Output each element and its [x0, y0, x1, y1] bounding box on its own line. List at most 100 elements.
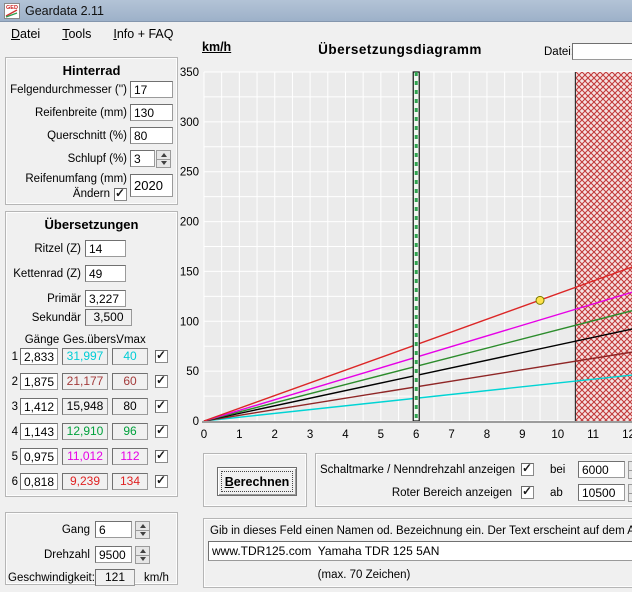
svg-text:5: 5 [378, 429, 384, 441]
gear-5-vmax: 112 [112, 448, 148, 465]
col-gesuebers: Ges.übers. [63, 334, 113, 346]
uebersetzungen-panel: Übersetzungen Ritzel (Z) Kettenrad (Z) P… [5, 211, 178, 497]
svg-text:300: 300 [180, 117, 199, 129]
gear-row-num: 4 [8, 426, 18, 438]
kettenrad-label: Kettenrad (Z) [8, 268, 81, 280]
options-panel: Schaltmarke / Nenndrehzahl anzeigen bei … [315, 453, 632, 507]
hinterrad-panel: Hinterrad Felgendurchmesser ('') Reifenb… [5, 57, 178, 205]
svg-text:200: 200 [180, 217, 199, 229]
spin-down-button[interactable] [135, 530, 150, 540]
geschwindigkeit-value: 121 [95, 569, 135, 586]
spin-down-button[interactable] [628, 470, 632, 480]
reifenbreite-input[interactable] [130, 104, 173, 121]
gear-6-visible-checkbox[interactable] [155, 475, 168, 488]
sekundaer-value: 3,500 [85, 309, 132, 326]
footer-instruction-label: Gib in dieses Feld einen Namen od. Bezei… [210, 525, 632, 537]
col-vmax: Vmax [113, 334, 149, 346]
gang-input[interactable] [95, 521, 132, 538]
roter-bereich-rpm-input[interactable] [578, 484, 625, 501]
gear-3-ratio-input[interactable] [20, 398, 58, 415]
schlupf-input[interactable] [130, 150, 155, 167]
gear-row-num: 2 [8, 376, 18, 388]
primaer-input[interactable] [85, 290, 126, 307]
roter-bereich-checkbox[interactable] [521, 486, 534, 499]
gear-1-visible-checkbox[interactable] [155, 350, 168, 363]
datei-input[interactable] [572, 43, 632, 60]
gear-2-vmax: 60 [112, 373, 148, 390]
gear-4-ratio-input[interactable] [20, 423, 58, 440]
reifenumfang-input[interactable] [130, 174, 173, 197]
reifenumfang-label: Reifenumfang (mm) [10, 173, 127, 185]
gear-4-vmax: 96 [112, 423, 148, 440]
gear-6-ratio-input[interactable] [20, 473, 58, 490]
drehzahl-input[interactable] [95, 546, 132, 563]
title-bar[interactable]: GED Geardata 2.11 [0, 0, 632, 22]
ab-label: ab [550, 487, 563, 499]
berechnen-panel: Berechnen [203, 453, 307, 507]
schaltmarke-spinner [628, 461, 632, 478]
geardata-window: { "window": { "title": "Geardata 2.11" }… [0, 0, 632, 592]
app-icon: GED [4, 3, 20, 19]
svg-text:12: 12 [622, 429, 632, 441]
svg-text:50: 50 [186, 366, 199, 378]
drehzahl-spinner [135, 546, 150, 563]
uebersetzungen-title: Übersetzungen [6, 212, 177, 232]
aendern-label: Ändern [10, 188, 110, 200]
berechnen-button[interactable]: Berechnen [217, 467, 297, 496]
gear-row-num: 5 [8, 451, 18, 463]
datei-label: Datei: [544, 46, 574, 58]
menu-tools[interactable]: Tools [51, 24, 102, 44]
window-title: Geardata 2.11 [25, 4, 104, 18]
gear-2-visible-checkbox[interactable] [155, 375, 168, 388]
focus-rect [221, 471, 293, 492]
svg-text:7: 7 [448, 429, 454, 441]
chart-title: Übersetzungsdiagramm [258, 42, 542, 57]
gear-5-ratio-input[interactable] [20, 448, 58, 465]
gear-1-ratio-input[interactable] [20, 348, 58, 365]
gear-6-total: 9,239 [62, 473, 108, 490]
querschnitt-input[interactable] [130, 127, 173, 144]
menu-datei[interactable]: Datei [0, 24, 51, 44]
svg-text:350: 350 [180, 67, 199, 79]
ritzel-input[interactable] [85, 240, 126, 257]
gang-spinner [135, 521, 150, 538]
ritzel-label: Ritzel (Z) [8, 243, 81, 255]
col-gaenge: Gänge [20, 334, 64, 346]
gear-2-total: 21,177 [62, 373, 108, 390]
felgendurchmesser-input[interactable] [130, 81, 173, 98]
gear-3-visible-checkbox[interactable] [155, 400, 168, 413]
bei-label: bei [550, 464, 565, 476]
gear-2-ratio-input[interactable] [20, 373, 58, 390]
gear-row-num: 1 [8, 351, 18, 363]
spin-down-button[interactable] [135, 555, 150, 565]
state-panel: Gang Drehzahl Geschwindigkeit: 121 km/h [5, 512, 178, 585]
kettenrad-input[interactable] [85, 265, 126, 282]
roter-bereich-label: Roter Bereich anzeigen [320, 487, 512, 499]
gear-4-total: 12,910 [62, 423, 108, 440]
gear-5-total: 11,012 [62, 448, 108, 465]
aendern-checkbox[interactable] [114, 188, 127, 201]
svg-text:250: 250 [180, 167, 199, 179]
geschwindigkeit-label: Geschwindigkeit: [8, 572, 90, 584]
drehzahl-label: Drehzahl [8, 549, 90, 561]
gear-3-vmax: 80 [112, 398, 148, 415]
svg-text:3: 3 [307, 429, 313, 441]
svg-text:10: 10 [551, 429, 564, 441]
schaltmarke-rpm-input[interactable] [578, 461, 625, 478]
gear-5-visible-checkbox[interactable] [155, 450, 168, 463]
svg-text:9: 9 [519, 429, 525, 441]
gear-1-total: 31,997 [62, 348, 108, 365]
roter-bereich-spinner [628, 484, 632, 501]
svg-text:4: 4 [342, 429, 349, 441]
schaltmarke-checkbox[interactable] [521, 463, 534, 476]
spin-down-button[interactable] [628, 493, 632, 503]
schlupf-label: Schlupf (%) [10, 153, 127, 165]
menu-info-faq[interactable]: Info + FAQ [102, 24, 184, 44]
reifenbreite-label: Reifenbreite (mm) [10, 107, 127, 119]
gear-3-total: 15,948 [62, 398, 108, 415]
gear-1-vmax: 40 [112, 348, 148, 365]
print-name-input[interactable] [208, 541, 632, 561]
svg-text:150: 150 [180, 266, 199, 278]
gear-4-visible-checkbox[interactable] [155, 425, 168, 438]
gang-label: Gang [8, 524, 90, 536]
